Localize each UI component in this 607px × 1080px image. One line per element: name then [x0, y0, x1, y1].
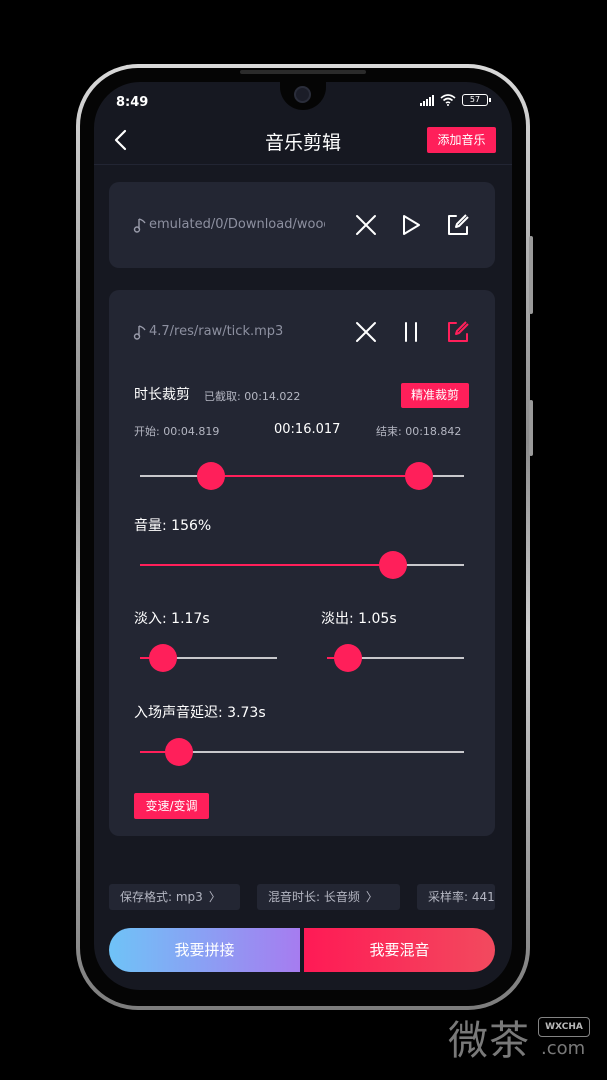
wifi-icon [440, 94, 456, 106]
remove-track-button[interactable] [354, 213, 378, 237]
slider-start-knob[interactable] [197, 462, 226, 490]
status-icons: 57 [420, 94, 491, 106]
remove-track-button[interactable] [354, 320, 378, 344]
slider-fill [140, 564, 393, 566]
status-time: 8:49 [116, 95, 149, 110]
battery-icon: 57 [462, 94, 491, 106]
volume-button [529, 236, 533, 314]
music-note-icon [133, 218, 146, 233]
sample-rate-label: 采样率: 441 [428, 890, 495, 904]
slider-knob[interactable] [333, 644, 362, 672]
watermark-suffix: .com [541, 1038, 586, 1059]
slider-fill [211, 475, 419, 477]
fade-out-label: 淡出: 1.05s [321, 611, 397, 627]
front-camera-icon [294, 86, 311, 103]
trim-title: 时长裁剪 [134, 387, 190, 403]
speed-pitch-button[interactable]: 变速/变调 [134, 793, 209, 819]
volume-label: 音量: 156% [134, 518, 212, 534]
edit-track-button[interactable] [446, 213, 470, 237]
volume-slider[interactable] [140, 551, 464, 579]
fade-out-slider[interactable] [327, 644, 464, 672]
concat-button[interactable]: 我要拼接 [109, 928, 300, 972]
pause-button[interactable] [399, 320, 423, 344]
slider-end-knob[interactable] [404, 462, 433, 490]
slider-knob[interactable] [378, 551, 407, 579]
fade-in-slider[interactable] [140, 644, 277, 672]
add-music-button[interactable]: 添加音乐 [427, 127, 496, 153]
slider-knob[interactable] [149, 644, 178, 672]
precise-trim-button[interactable]: 精准裁剪 [401, 383, 469, 408]
entrance-delay-slider[interactable] [140, 738, 464, 766]
header-divider [94, 164, 512, 165]
earpiece-speaker [240, 70, 366, 74]
track-path: 4.7/res/raw/tick.mp3 [149, 324, 284, 339]
track-card-1: emulated/0/Download/wood [109, 182, 495, 268]
track-card-2: 4.7/res/raw/tick.mp3 时长裁剪 已截取: 00:14.022… [109, 290, 495, 836]
trimmed-duration: 已截取: 00:14.022 [204, 390, 301, 403]
chevron-right-icon: 〉 [208, 890, 221, 904]
trim-end-time: 结束: 00:18.842 [376, 425, 462, 438]
save-format-label: 保存格式: mp3 [120, 890, 203, 904]
trim-start-time: 开始: 00:04.819 [134, 425, 220, 438]
edit-track-button[interactable] [446, 320, 470, 344]
entrance-delay-label: 入场声音延迟: 3.73s [134, 705, 266, 721]
signal-icon [420, 94, 434, 106]
music-note-icon [133, 325, 146, 340]
save-format-option[interactable]: 保存格式: mp3 〉 [109, 884, 240, 910]
mix-duration-label: 混音时长: 长音频 [268, 890, 360, 904]
watermark-badge: WXCHA [538, 1017, 590, 1037]
trim-range-slider[interactable] [140, 462, 464, 490]
watermark-logo-text: 微茶 [448, 1018, 530, 1064]
chevron-right-icon: 〉 [365, 890, 378, 904]
mix-button[interactable]: 我要混音 [304, 928, 495, 972]
sample-rate-option[interactable]: 采样率: 441 [417, 884, 495, 910]
current-time: 00:16.017 [274, 422, 341, 437]
app-screen: 8:49 57 音乐剪辑 添加音乐 emulated/0/Download/wo… [94, 82, 512, 990]
fade-in-label: 淡入: 1.17s [134, 611, 210, 627]
power-button [529, 400, 533, 456]
track-path: emulated/0/Download/wood [149, 217, 325, 232]
mix-duration-option[interactable]: 混音时长: 长音频〉 [257, 884, 400, 910]
slider-knob[interactable] [164, 738, 193, 766]
play-button[interactable] [399, 213, 423, 237]
